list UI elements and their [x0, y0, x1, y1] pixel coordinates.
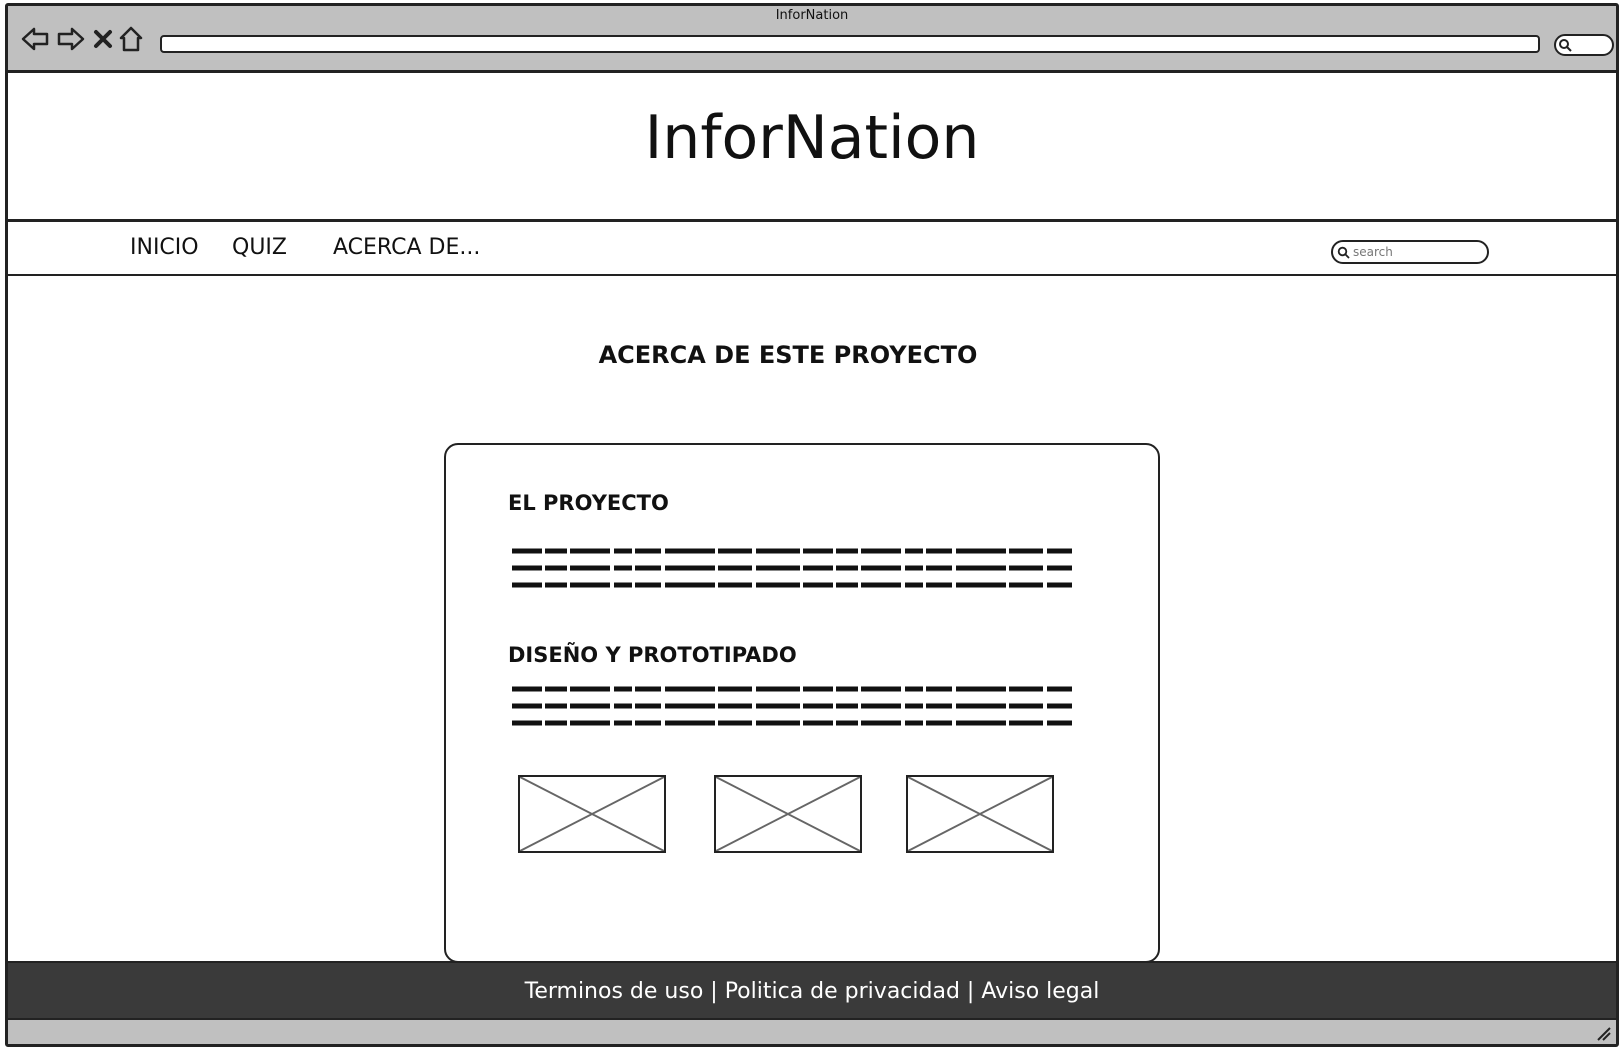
- browser-window: InforNation InforNation INICIO QUIZ ACER…: [5, 3, 1619, 1047]
- home-icon[interactable]: [118, 24, 144, 54]
- browser-status-bar: [8, 1018, 1616, 1044]
- site-search: [1331, 240, 1489, 264]
- footer-separator: |: [966, 979, 975, 1004]
- image-placeholder-icon: [906, 775, 1054, 853]
- footer-separator: |: [710, 979, 718, 1004]
- image-placeholder-icon: [714, 775, 862, 853]
- nav-item-inicio[interactable]: INICIO: [130, 235, 199, 260]
- close-icon[interactable]: [92, 24, 114, 54]
- placeholder-text-block: [512, 543, 1072, 595]
- back-arrow-icon[interactable]: [20, 24, 50, 54]
- search-icon: [1337, 246, 1350, 259]
- footer-link-terminos[interactable]: Terminos de uso: [525, 979, 704, 1004]
- image-placeholder-icon: [518, 775, 666, 853]
- content-card: EL PROYECTO DISEÑO Y PROTOTIPADO: [444, 443, 1160, 963]
- resize-grip-icon[interactable]: [1594, 1024, 1612, 1042]
- browser-search-field[interactable]: [1554, 34, 1614, 56]
- browser-title: InforNation: [775, 8, 849, 23]
- site-title: InforNation: [644, 103, 980, 173]
- placeholder-text-block: [512, 681, 1072, 733]
- forward-arrow-icon[interactable]: [56, 24, 86, 54]
- page-title: ACERCA DE ESTE PROYECTO: [598, 341, 978, 369]
- footer-link-privacidad[interactable]: Politica de privacidad: [725, 979, 960, 1004]
- footer-link-aviso-legal[interactable]: Aviso legal: [981, 979, 1099, 1004]
- search-icon: [1559, 39, 1572, 52]
- site-header: InforNation: [8, 73, 1616, 221]
- section-title-proyecto: EL PROYECTO: [508, 491, 669, 515]
- search-input[interactable]: [1353, 243, 1473, 261]
- address-bar[interactable]: [160, 35, 1540, 53]
- section-title-diseno: DISEÑO Y PROTOTIPADO: [508, 643, 797, 667]
- site-footer: Terminos de uso | Politica de privacidad…: [8, 961, 1616, 1026]
- nav-item-quiz[interactable]: QUIZ: [232, 235, 287, 260]
- footer-links: Terminos de uso | Politica de privacidad…: [8, 979, 1616, 1004]
- nav-item-acerca-de[interactable]: ACERCA DE...: [333, 235, 480, 260]
- main-navigation: INICIO QUIZ ACERCA DE...: [8, 220, 1616, 276]
- browser-toolbar: InforNation: [8, 6, 1616, 73]
